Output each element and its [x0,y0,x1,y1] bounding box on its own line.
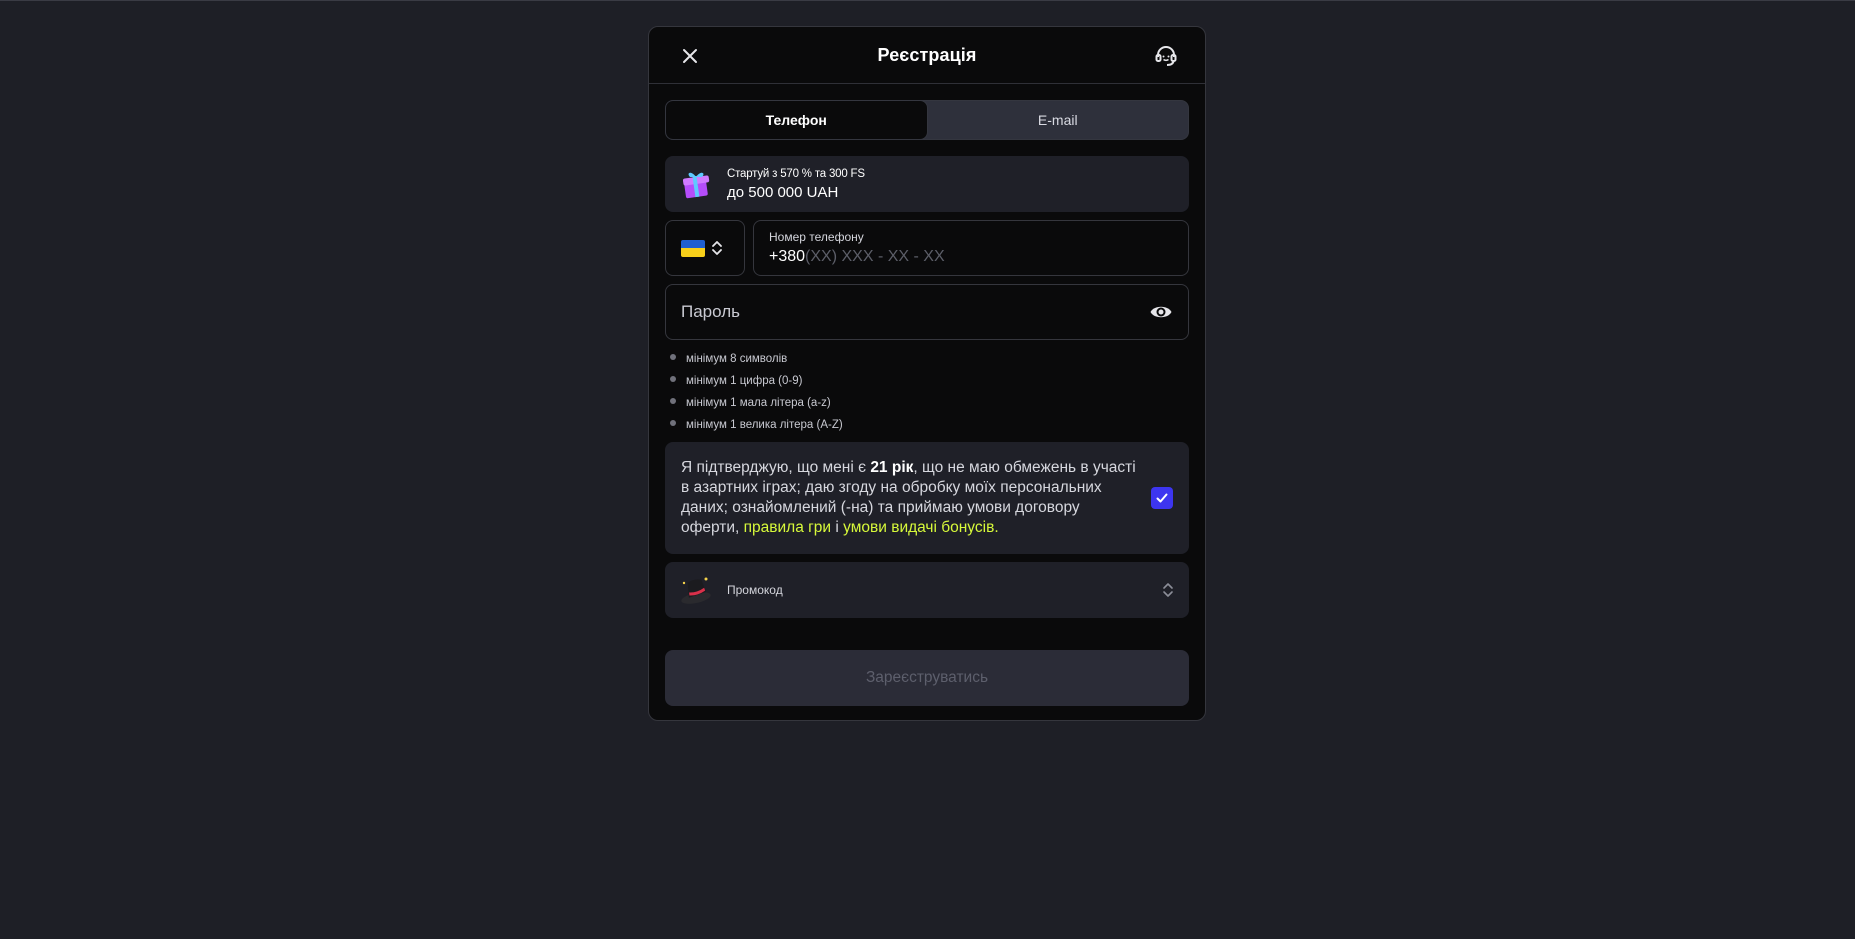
registration-modal: Реєстрація Телефон E-mail Стартуй з 570 … [648,26,1206,721]
phone-label: Номер телефону [769,230,864,244]
checkmark-icon [1156,493,1168,503]
promocode-toggle[interactable]: Промокод [665,562,1189,618]
top-divider [0,0,1855,1]
password-rule: мінімум 1 мала літера (a-z) [670,392,1189,414]
tab-phone[interactable]: Телефон [666,101,928,139]
age-requirement: 21 рік [870,459,914,476]
close-icon [683,49,697,63]
registration-method-tabs: Телефон E-mail [665,100,1189,140]
tab-email[interactable]: E-mail [928,101,1189,139]
password-rules: мінімум 8 символів мінімум 1 цифра (0-9)… [665,348,1189,436]
register-button[interactable]: Зареєструватись [665,650,1189,706]
eye-icon [1150,306,1172,318]
consent-checkbox[interactable] [1151,487,1173,509]
modal-content: Телефон E-mail Стартуй з 570 % та 300 FS… [649,84,1205,706]
bonus-offer: Стартуй з 570 % та 300 FS [727,167,865,180]
modal-title: Реєстрація [877,44,977,65]
password-rule: мінімум 1 цифра (0-9) [670,370,1189,392]
bonus-amount: до 500 000 UAH [727,183,839,201]
password-placeholder: Пароль [681,302,740,321]
phone-mask: (XX) XXX - XX - XX [805,248,945,265]
country-code-select[interactable] [665,220,745,276]
password-rule: мінімум 1 велика літера (A-Z) [670,414,1189,436]
phone-prefix: +380 [769,248,806,265]
consent-block: Я підтверджую, що мені є 21 рік, що не м… [665,442,1189,554]
ukraine-flag-icon [681,239,705,257]
game-rules-link[interactable]: правила гри [744,519,831,536]
chevron-up-down-icon [1163,583,1173,597]
chevron-up-down-icon [712,241,722,255]
support-button[interactable] [1149,39,1183,73]
phone-value: +380 (XX) XXX - XX - XX [769,248,1173,266]
consent-text: Я підтверджую, що мені є 21 рік, що не м… [681,459,1136,536]
welcome-bonus-banner: Стартуй з 570 % та 300 FS до 500 000 UAH [665,156,1189,212]
bonus-text: Стартуй з 570 % та 300 FS до 500 000 UAH [727,168,865,201]
bonus-terms-link[interactable]: умови видачі бонусів [843,519,994,536]
password-input[interactable]: Пароль [665,284,1189,340]
phone-row: Номер телефону +380 (XX) XXX - XX - XX [665,220,1189,276]
phone-input[interactable]: Номер телефону +380 (XX) XXX - XX - XX [753,220,1189,276]
magic-hat-icon [681,577,711,604]
headset-support-icon [1155,46,1177,66]
password-rule: мінімум 8 символів [670,348,1189,370]
gift-icon [682,172,710,199]
show-password-button[interactable] [1148,299,1174,325]
promocode-label: Промокод [727,583,783,597]
modal-header: Реєстрація [649,27,1205,84]
close-button[interactable] [673,39,707,73]
